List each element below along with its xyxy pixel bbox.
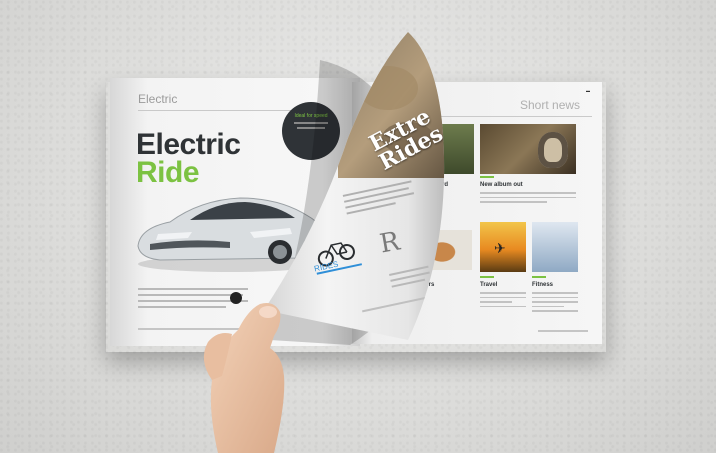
- fitness-photo: [532, 222, 578, 272]
- news-text: [532, 292, 578, 315]
- news-text: [480, 292, 526, 310]
- accent-bar: [532, 276, 546, 278]
- news-heading: Fitness: [532, 282, 554, 288]
- airplane-icon: ✈: [494, 240, 506, 256]
- accent-bar: [480, 276, 494, 278]
- hooded-face: [538, 132, 568, 168]
- section-label: Electric: [138, 92, 178, 106]
- page-folio: [538, 330, 588, 332]
- news-text: [480, 192, 576, 206]
- sunset-plane-photo: ✈: [480, 222, 526, 272]
- brand-mark: ▬: [586, 88, 590, 93]
- news-heading: Travel: [480, 282, 498, 288]
- section-label: Short news: [520, 98, 581, 112]
- accent-bar: [480, 176, 494, 178]
- headline-line2: Ride: [136, 156, 200, 189]
- musician-photo: [480, 124, 576, 174]
- news-heading: New album out: [480, 182, 523, 188]
- hand: [203, 303, 285, 453]
